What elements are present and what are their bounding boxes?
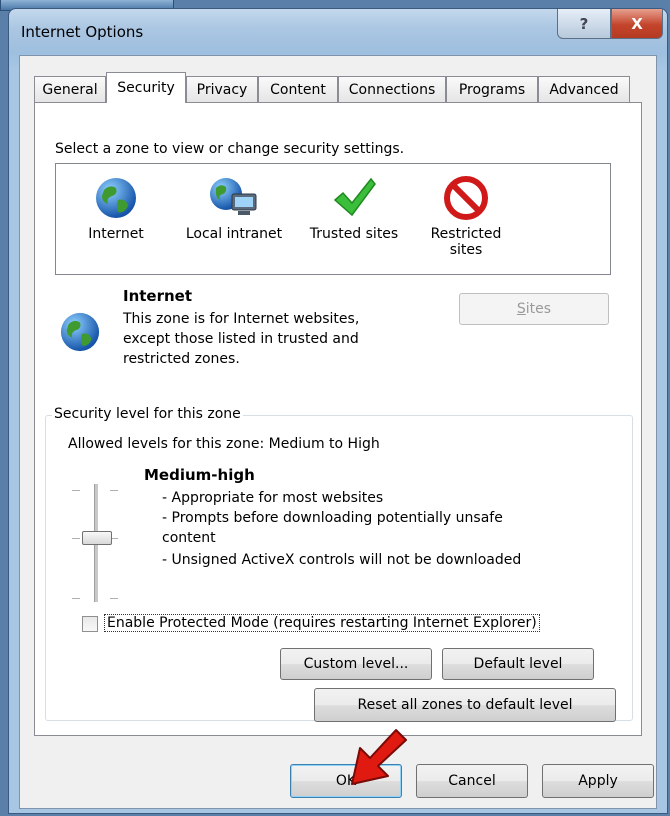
selected-zone-name: Internet bbox=[123, 287, 193, 305]
tab-label: General bbox=[42, 81, 98, 98]
title-bar: Internet Options ? X bbox=[9, 9, 667, 55]
zone-label: Trusted sites bbox=[309, 226, 399, 242]
tab-advanced[interactable]: Advanced bbox=[538, 76, 630, 102]
level-bullet: - Appropriate for most websites bbox=[162, 490, 384, 506]
checkmark-icon bbox=[302, 170, 406, 226]
custom-level-button[interactable]: Custom level... bbox=[280, 648, 432, 680]
red-pointer-arrow-icon bbox=[351, 729, 407, 785]
tab-general[interactable]: General bbox=[34, 76, 106, 102]
level-bullet: - Prompts before downloading potentially… bbox=[162, 510, 503, 526]
selected-zone-globe-icon bbox=[59, 311, 101, 357]
tab-security[interactable]: Security bbox=[106, 72, 186, 103]
allowed-levels-text: Allowed levels for this zone: Medium to … bbox=[68, 436, 380, 452]
tab-label: Advanced bbox=[549, 81, 619, 98]
dialog-client-area: General Security Privacy Content Connect… bbox=[19, 55, 657, 809]
help-icon: ? bbox=[579, 14, 589, 33]
sites-access-key: S bbox=[516, 301, 526, 317]
default-level-button[interactable]: Default level bbox=[442, 648, 594, 680]
close-button[interactable]: X bbox=[611, 9, 663, 39]
protected-mode-checkbox[interactable] bbox=[82, 616, 98, 632]
sites-button[interactable]: Sites bbox=[459, 293, 609, 325]
tab-label: Privacy bbox=[196, 81, 248, 98]
sites-label-rest: ites bbox=[525, 301, 552, 317]
zone-label-line1: Restricted bbox=[430, 226, 502, 242]
selected-zone-description: This zone is for Internet websites, exce… bbox=[123, 309, 359, 369]
tab-connections[interactable]: Connections bbox=[338, 76, 446, 102]
zone-label: Local intranet bbox=[185, 226, 283, 242]
zone-trusted-sites[interactable]: Trusted sites bbox=[302, 170, 406, 242]
protected-mode-label[interactable]: Enable Protected Mode (requires restarti… bbox=[104, 614, 540, 632]
internet-options-dialog: Internet Options ? X General Security Pr… bbox=[8, 8, 668, 814]
zone-internet[interactable]: Internet bbox=[76, 170, 156, 242]
group-label: Security level for this zone bbox=[52, 406, 243, 422]
tab-content[interactable]: Content bbox=[258, 76, 338, 102]
description-line: restricted zones. bbox=[123, 351, 240, 367]
security-level-group: Security level for this zone Allowed lev… bbox=[45, 406, 633, 721]
level-bullet: content bbox=[162, 530, 216, 546]
slider-tick bbox=[110, 490, 118, 491]
network-globe-icon bbox=[174, 170, 294, 226]
description-line: except those listed in trusted and bbox=[123, 331, 359, 347]
apply-button[interactable]: Apply bbox=[542, 764, 654, 798]
tab-label: Programs bbox=[458, 81, 526, 98]
zone-label-line2: sites bbox=[449, 242, 483, 258]
cancel-button[interactable]: Cancel bbox=[416, 764, 528, 798]
close-icon: X bbox=[631, 14, 643, 33]
zone-label: Internet bbox=[88, 226, 144, 242]
level-bullet: - Unsigned ActiveX controls will not be … bbox=[162, 552, 522, 568]
slider-tick bbox=[110, 598, 118, 599]
tab-programs[interactable]: Programs bbox=[446, 76, 538, 102]
reset-all-zones-button[interactable]: Reset all zones to default level bbox=[314, 688, 616, 722]
zone-list[interactable]: Internet Local intranet Trusted sites Re… bbox=[55, 163, 611, 275]
help-button[interactable]: ? bbox=[557, 9, 611, 39]
slider-tick bbox=[72, 598, 80, 599]
level-name: Medium-high bbox=[144, 466, 255, 484]
tab-label: Content bbox=[270, 81, 326, 98]
window-title: Internet Options bbox=[21, 23, 144, 41]
slider-tick bbox=[72, 490, 80, 491]
zone-local-intranet[interactable]: Local intranet bbox=[174, 170, 294, 242]
security-tab-panel: Select a zone to view or change security… bbox=[34, 102, 642, 736]
no-entry-icon bbox=[414, 170, 518, 226]
tab-label: Security bbox=[117, 80, 175, 96]
slider-tick bbox=[72, 538, 80, 539]
zone-prompt: Select a zone to view or change security… bbox=[55, 141, 405, 157]
security-level-slider-thumb[interactable] bbox=[82, 531, 112, 545]
globe-icon bbox=[76, 170, 156, 226]
tab-label: Connections bbox=[348, 81, 436, 98]
zone-restricted-sites[interactable]: Restricted sites bbox=[414, 170, 518, 258]
tab-privacy[interactable]: Privacy bbox=[186, 76, 258, 102]
description-line: This zone is for Internet websites, bbox=[123, 311, 360, 327]
